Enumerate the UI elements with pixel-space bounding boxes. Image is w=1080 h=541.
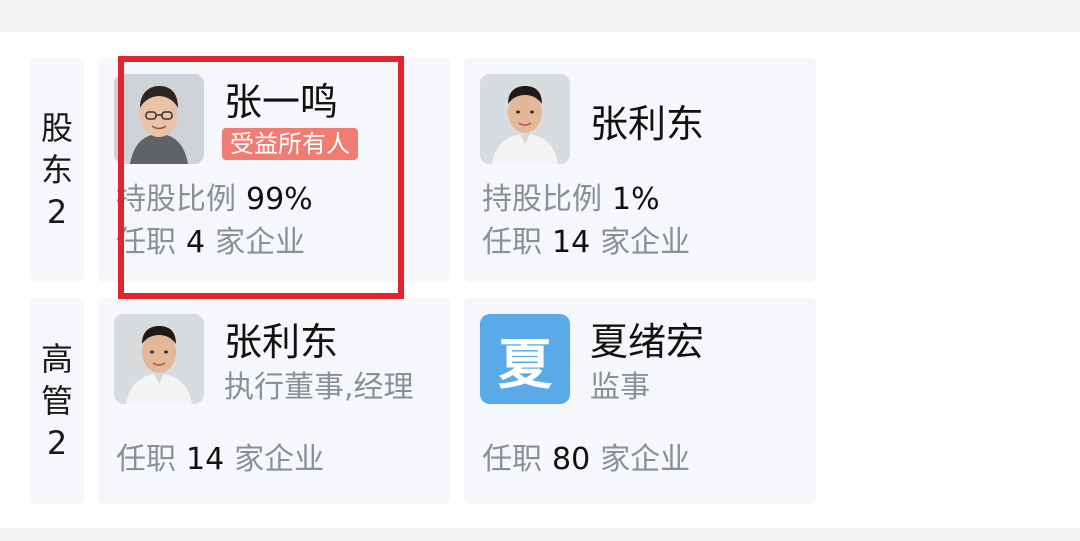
executives-section-label[interactable]: 高 管 2 bbox=[30, 298, 84, 504]
positions-count-value: 14 bbox=[552, 225, 591, 260]
shareholder-card[interactable]: 张一鸣 受益所有人 持股比例 99% 任职 4 家企业 bbox=[98, 58, 450, 282]
shareholding-ratio-value: 99% bbox=[246, 182, 313, 217]
shareholders-count: 2 bbox=[46, 193, 68, 231]
positions-count-value: 4 bbox=[186, 225, 206, 260]
shareholders-section-label[interactable]: 股 东 2 bbox=[30, 58, 84, 282]
positions-prefix: 任职 bbox=[116, 442, 176, 477]
positions-prefix: 任职 bbox=[482, 442, 542, 477]
shareholder-card[interactable]: 张利东 持股比例 1% 任职 14 家企业 bbox=[464, 58, 816, 282]
positions-suffix: 家企业 bbox=[215, 225, 306, 260]
shareholding-ratio: 持股比例 99% bbox=[116, 182, 313, 218]
executives-label-char: 管 bbox=[40, 382, 73, 420]
shareholding-ratio-label: 持股比例 bbox=[116, 182, 236, 217]
positions-count[interactable]: 任职 4 家企业 bbox=[116, 225, 305, 261]
avatar-letter: 夏 bbox=[498, 332, 552, 396]
executive-card[interactable]: 夏 夏绪宏 监事 任职 80 家企业 bbox=[464, 298, 816, 504]
bottom-separator bbox=[0, 528, 1080, 541]
executive-role: 监事 bbox=[590, 370, 650, 405]
positions-suffix: 家企业 bbox=[600, 225, 691, 260]
shareholding-ratio: 持股比例 1% bbox=[482, 182, 660, 218]
positions-suffix: 家企业 bbox=[234, 442, 325, 477]
shareholder-avatar[interactable] bbox=[114, 74, 204, 164]
executive-role: 执行董事,经理 bbox=[224, 370, 414, 405]
executive-name[interactable]: 夏绪宏 bbox=[590, 320, 704, 364]
shareholding-ratio-value: 1% bbox=[612, 182, 660, 217]
shareholders-label-char: 东 bbox=[40, 151, 73, 189]
positions-count-value: 80 bbox=[552, 442, 591, 477]
top-separator bbox=[0, 0, 1080, 32]
beneficial-owner-badge: 受益所有人 bbox=[222, 128, 358, 160]
shareholder-name[interactable]: 张一鸣 bbox=[224, 80, 338, 124]
shareholder-name[interactable]: 张利东 bbox=[590, 102, 704, 146]
positions-count-value: 14 bbox=[186, 442, 225, 477]
positions-suffix: 家企业 bbox=[600, 442, 691, 477]
positions-count[interactable]: 任职 14 家企业 bbox=[116, 442, 324, 478]
executive-letter-avatar[interactable]: 夏 bbox=[480, 314, 570, 404]
positions-prefix: 任职 bbox=[482, 225, 542, 260]
positions-count[interactable]: 任职 80 家企业 bbox=[482, 442, 690, 478]
executive-card[interactable]: 张利东 执行董事,经理 任职 14 家企业 bbox=[98, 298, 450, 504]
executives-label-char: 高 bbox=[40, 340, 73, 378]
shareholder-avatar[interactable] bbox=[480, 74, 570, 164]
positions-prefix: 任职 bbox=[116, 225, 176, 260]
executive-avatar[interactable] bbox=[114, 314, 204, 404]
shareholding-ratio-label: 持股比例 bbox=[482, 182, 602, 217]
executive-name[interactable]: 张利东 bbox=[224, 320, 338, 364]
positions-count[interactable]: 任职 14 家企业 bbox=[482, 225, 690, 261]
executives-count: 2 bbox=[46, 424, 68, 462]
shareholders-label-char: 股 bbox=[40, 109, 73, 147]
